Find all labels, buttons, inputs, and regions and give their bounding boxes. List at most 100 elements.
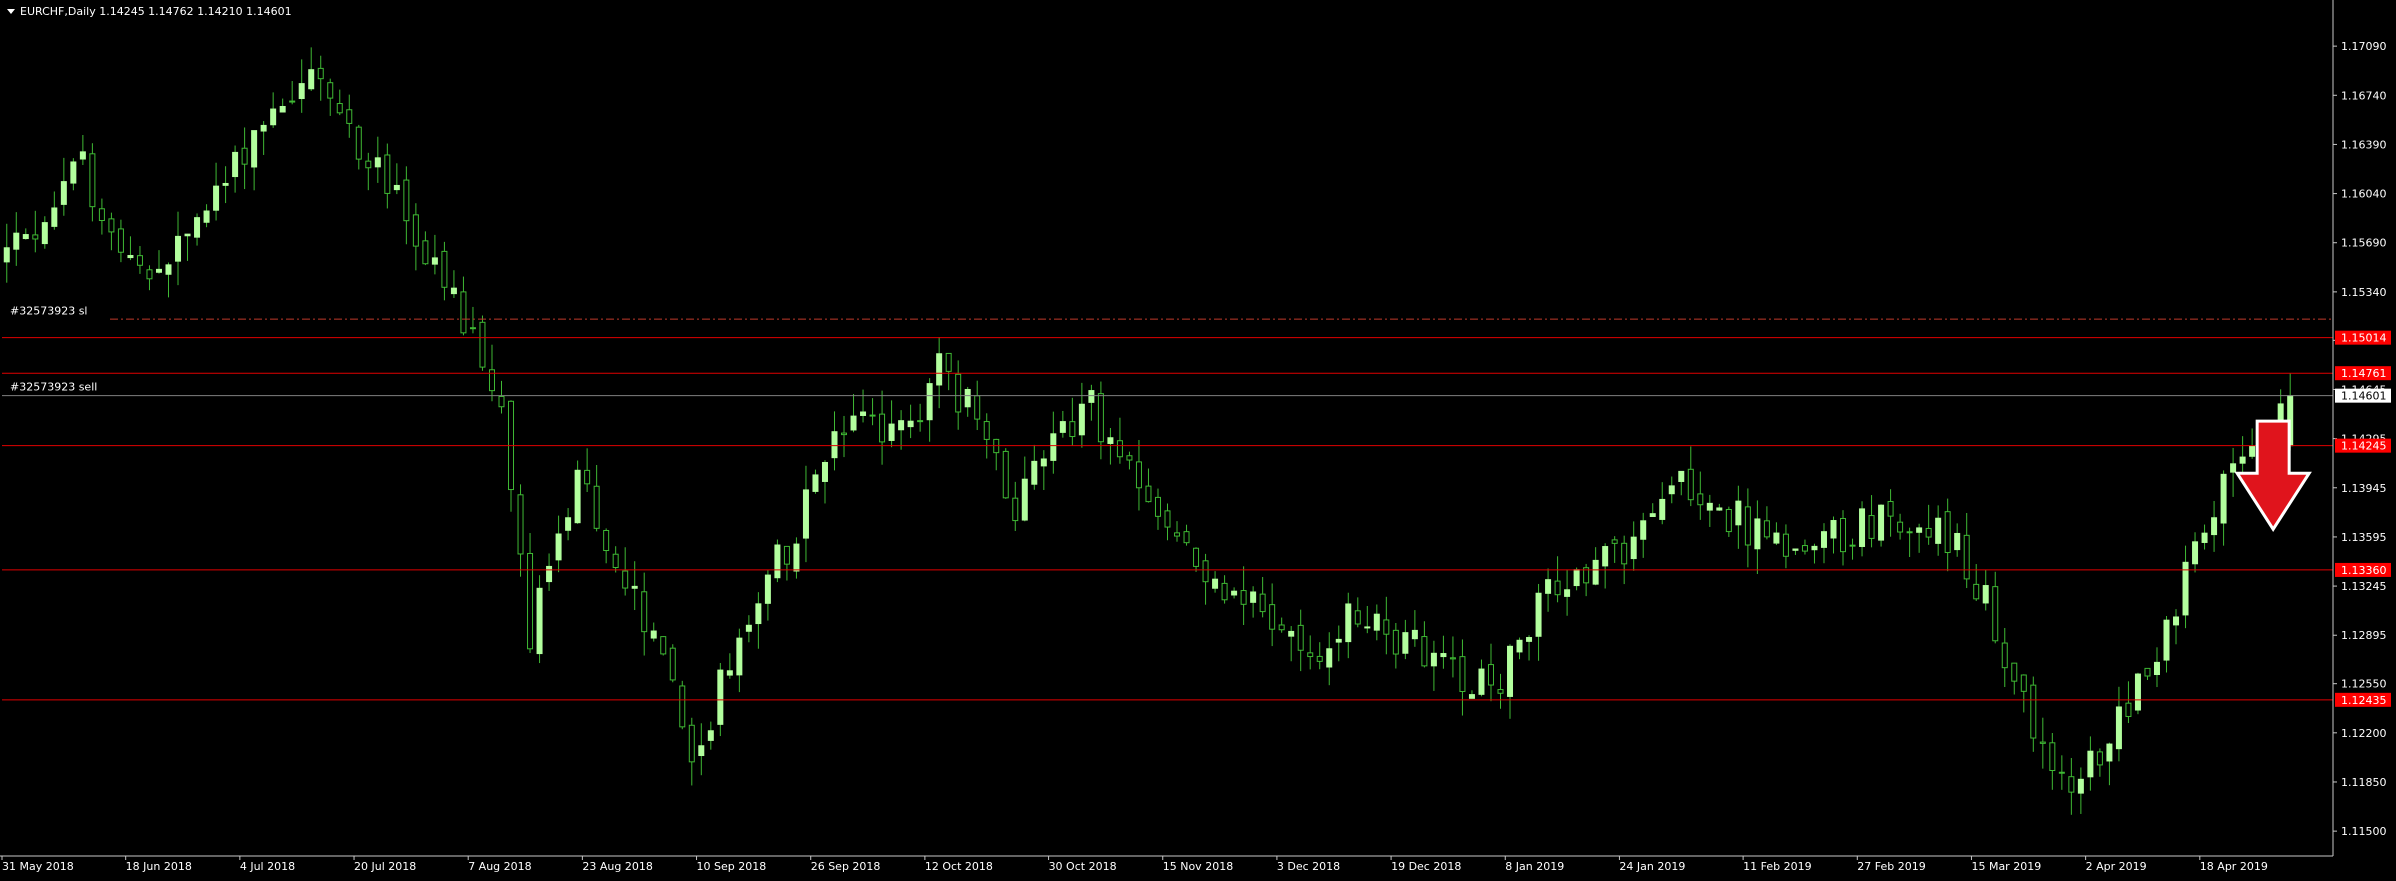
bull-candle — [926, 383, 933, 421]
bull-candle — [1107, 437, 1114, 444]
bear-candle — [32, 234, 39, 240]
bear-candle — [1459, 656, 1466, 693]
bull-candle — [1231, 590, 1238, 596]
bull-candle — [279, 105, 286, 113]
bull-candle — [1820, 531, 1827, 548]
bull-candle — [898, 420, 905, 431]
bear-candle — [479, 321, 486, 368]
order-label: #32573923 sl — [10, 305, 88, 318]
bull-candle — [184, 233, 191, 237]
bear-candle — [841, 432, 848, 436]
bear-candle — [1183, 531, 1190, 544]
price-tick-label: 1.13245 — [2341, 580, 2387, 593]
bull-candle — [2163, 619, 2170, 661]
bull-candle — [232, 151, 239, 178]
bear-candle — [1973, 583, 1980, 600]
bull-candle — [1859, 508, 1866, 547]
bull-candle — [1250, 591, 1257, 603]
bear-candle — [945, 352, 952, 372]
bull-candle — [3, 247, 10, 263]
price-tick-label: 1.11500 — [2341, 825, 2387, 838]
bear-candle — [469, 327, 476, 330]
bear-candle — [622, 570, 629, 589]
bear-candle — [1925, 527, 1932, 538]
bull-candle — [1516, 639, 1523, 653]
bear-candle — [2011, 662, 2018, 682]
bull-candle — [860, 411, 867, 416]
time-tick-label: 10 Sep 2018 — [697, 860, 767, 873]
bear-candle — [2001, 642, 2008, 669]
bear-candle — [1697, 493, 1704, 506]
bull-candle — [1507, 645, 1514, 697]
bull-candle — [1373, 613, 1380, 631]
bull-candle — [393, 184, 400, 191]
bear-candle — [1621, 542, 1628, 565]
bull-candle — [1545, 579, 1552, 594]
bear-candle — [1240, 590, 1247, 605]
price-tick-label: 1.11850 — [2341, 776, 2387, 789]
bull-candle — [812, 474, 819, 492]
level-price-tag-label: 1.13360 — [2341, 564, 2387, 577]
time-tick-label: 2 Apr 2019 — [2086, 860, 2147, 873]
bull-candle — [22, 234, 29, 240]
bear-candle — [460, 291, 467, 334]
bull-candle — [555, 533, 562, 561]
bear-candle — [1202, 560, 1209, 583]
bull-candle — [2239, 456, 2246, 464]
bull-candle — [546, 565, 553, 583]
bull-candle — [1468, 694, 1475, 699]
bear-candle — [2030, 684, 2037, 739]
bull-candle — [1630, 536, 1637, 560]
bear-candle — [346, 109, 353, 124]
candlestick-chart[interactable]: #32573923 sl #32573923 sell 1.17090 1.1674… — [0, 0, 2396, 877]
bear-candle — [1906, 531, 1913, 534]
time-tick-label: 24 Jan 2019 — [1619, 860, 1685, 873]
bull-candle — [1212, 578, 1219, 589]
bear-candle — [1174, 532, 1181, 537]
bear-candle — [1193, 547, 1200, 567]
bull-candle — [1811, 545, 1818, 551]
bull-candle — [1668, 485, 1675, 495]
time-tick-label: 15 Mar 2019 — [1971, 860, 2041, 873]
bear-candle — [1449, 657, 1456, 660]
bull-candle — [1706, 502, 1713, 511]
time-tick-label: 23 Aug 2018 — [582, 860, 652, 873]
bear-candle — [527, 552, 534, 650]
bear-candle — [983, 421, 990, 440]
time-tick-label: 20 Jul 2018 — [354, 860, 416, 873]
bull-candle — [698, 745, 705, 757]
bear-candle — [1887, 501, 1894, 517]
bull-candle — [1982, 585, 1989, 604]
price-chart[interactable]: #32573923 sl #32573923 sell 1.17090 1.1674… — [0, 0, 2396, 877]
bear-candle — [1259, 593, 1266, 613]
bull-candle — [1078, 403, 1085, 436]
bear-candle — [1421, 636, 1428, 667]
bear-candle — [1069, 421, 1076, 438]
bear-candle — [1383, 619, 1390, 635]
bull-candle — [1430, 652, 1437, 667]
bull-candle — [270, 108, 277, 126]
bull-candle — [1830, 520, 1837, 539]
bull-candle — [1526, 637, 1533, 642]
bull-candle — [1602, 546, 1609, 567]
bull-candle — [70, 161, 77, 184]
chart-header: EURCHF,Daily 1.14245 1.14762 1.14210 1.1… — [7, 5, 292, 18]
bear-candle — [1763, 520, 1770, 538]
bull-candle — [1649, 513, 1656, 517]
bull-candle — [536, 587, 543, 655]
time-tick-label: 3 Dec 2018 — [1277, 860, 1340, 873]
bull-candle — [2106, 743, 2113, 762]
bull-candle — [1402, 632, 1409, 654]
bear-candle — [1126, 455, 1133, 461]
bull-candle — [1478, 668, 1485, 695]
price-tick-label: 1.16740 — [2341, 89, 2387, 102]
bear-candle — [974, 395, 981, 420]
bull-candle — [1345, 603, 1352, 643]
bull-candle — [888, 423, 895, 441]
bear-candle — [1269, 604, 1276, 630]
bull-candle — [260, 124, 267, 132]
level-price-tag-label: 1.12435 — [2341, 694, 2387, 707]
bull-candle — [574, 469, 581, 524]
bear-candle — [1801, 545, 1808, 552]
bull-candle — [2153, 661, 2160, 676]
